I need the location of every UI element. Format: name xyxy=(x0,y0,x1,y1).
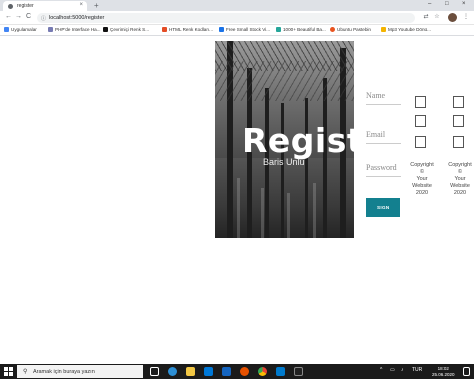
hero-image: Register Baris Unlu xyxy=(215,41,354,238)
copyright-text: Copyright © Your Website 2020 xyxy=(410,162,434,196)
checkbox[interactable] xyxy=(415,115,426,127)
reload-button[interactable]: C xyxy=(26,13,31,20)
wet-street xyxy=(215,158,354,238)
tab-close-icon[interactable]: × xyxy=(79,2,83,8)
name-field[interactable]: Name xyxy=(366,91,401,105)
terminal-icon[interactable] xyxy=(294,367,303,376)
maximize-button[interactable]: □ xyxy=(445,1,449,7)
checkbox[interactable] xyxy=(415,96,426,108)
search-icon: ⚲ xyxy=(23,369,28,375)
tab-register[interactable]: register × xyxy=(3,1,87,11)
translate-icon[interactable]: ⇄ xyxy=(422,13,430,22)
checkbox[interactable] xyxy=(453,136,464,148)
menu-icon[interactable]: ⋮ xyxy=(462,13,470,22)
bookmark-apps[interactable]: Uygulamalar xyxy=(4,27,37,32)
apps-grid-icon xyxy=(4,27,9,32)
password-field[interactable]: Password xyxy=(366,163,401,177)
html-icon xyxy=(162,27,167,32)
media-player-icon[interactable] xyxy=(240,367,249,376)
info-icon[interactable]: ⓘ xyxy=(41,15,46,22)
back-button[interactable]: ← xyxy=(5,13,12,20)
tray-chevron-icon[interactable]: ^ xyxy=(380,367,382,373)
mp3-icon xyxy=(381,27,386,32)
checkbox[interactable] xyxy=(453,115,464,127)
bookmark-item[interactable]: Çevrimiçi Renk S... xyxy=(103,27,149,32)
mail-icon[interactable] xyxy=(222,367,231,376)
volume-icon[interactable]: ♪ xyxy=(401,367,404,373)
php-icon xyxy=(48,27,53,32)
minimize-button[interactable]: – xyxy=(428,1,431,7)
background-icon xyxy=(276,27,281,32)
author-name: Baris Unlu xyxy=(263,157,305,167)
checkbox[interactable] xyxy=(453,96,464,108)
store-icon[interactable] xyxy=(204,367,213,376)
edge-icon[interactable] xyxy=(168,367,177,376)
task-view-icon[interactable] xyxy=(150,367,159,376)
bookmark-item[interactable]: Free Small Stock Vi... xyxy=(219,27,270,32)
search-placeholder: Aramak için buraya yazın xyxy=(33,369,95,375)
system-clock[interactable]: 18:02 25.06.2020 xyxy=(432,366,455,377)
profile-avatar[interactable] xyxy=(448,13,457,22)
star-icon[interactable]: ☆ xyxy=(433,13,441,22)
url-input[interactable]: ⓘ localhost:5000/register xyxy=(37,13,415,23)
url-text: localhost:5000/register xyxy=(49,15,105,21)
color-icon xyxy=(103,27,108,32)
language-indicator[interactable]: TUR xyxy=(412,367,422,373)
ubuntu-icon xyxy=(330,27,335,32)
bookmark-item[interactable]: 1000+ Beautiful Ba... xyxy=(276,27,326,32)
bookmark-item[interactable]: Ubuntu Pastebin xyxy=(330,27,371,32)
file-explorer-icon[interactable] xyxy=(186,367,195,376)
sign-button[interactable]: SIGN xyxy=(366,198,400,217)
windows-start-icon[interactable] xyxy=(4,367,13,376)
email-field[interactable]: Email xyxy=(366,130,401,144)
notification-icon[interactable] xyxy=(463,367,470,376)
new-tab-button[interactable]: + xyxy=(94,1,99,10)
vscode-icon[interactable] xyxy=(276,367,285,376)
taskbar-search-input[interactable]: ⚲ Aramak için buraya yazın xyxy=(17,365,143,378)
tab-strip: register × + – □ × xyxy=(0,0,474,11)
bookmark-item[interactable]: PHP'de Interface Ha... xyxy=(48,27,101,32)
battery-icon[interactable]: ▭ xyxy=(390,367,395,373)
chrome-icon[interactable] xyxy=(258,367,267,376)
page-title: Register xyxy=(242,121,354,160)
copyright-text: Copyright © Your Website 2020 xyxy=(448,162,472,196)
checkbox[interactable] xyxy=(415,136,426,148)
bookmark-item[interactable]: HTML Renk Kodları... xyxy=(162,27,213,32)
taskbar: ⚲ Aramak için buraya yazın ^ ▭ ♪ TUR 18:… xyxy=(0,364,474,379)
forward-button[interactable]: → xyxy=(15,13,22,20)
close-window-button[interactable]: × xyxy=(462,1,466,7)
clock-date: 25.06.2020 xyxy=(432,371,455,377)
bookmark-item[interactable]: Mp3 Youtube Dönü... xyxy=(381,27,431,32)
page-content: Register Baris Unlu Name Email Password … xyxy=(0,36,474,364)
address-bar-row: ← → C ⓘ localhost:5000/register ⇄ ☆ ⋮ xyxy=(0,11,474,25)
stock-icon xyxy=(219,27,224,32)
tab-title: register xyxy=(17,3,34,9)
bookmarks-bar: Uygulamalar PHP'de Interface Ha... Çevri… xyxy=(0,25,474,36)
globe-icon xyxy=(8,4,13,9)
